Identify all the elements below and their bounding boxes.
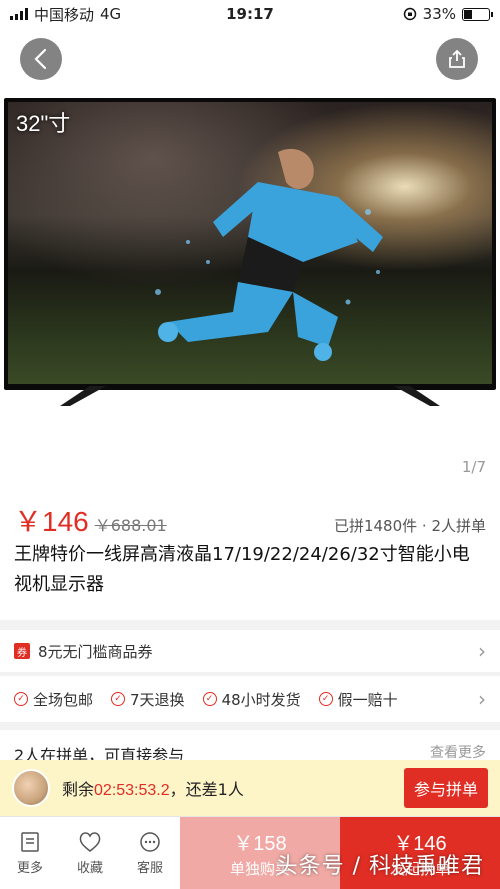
heart-icon — [79, 831, 101, 852]
list-icon — [21, 831, 39, 852]
group-section: 2人在拼单，可直接参与 查看更多 — [0, 730, 500, 760]
more-button[interactable]: 更多 — [0, 817, 60, 889]
service-item: ✓ 48小时发货 — [202, 689, 301, 710]
product-gallery[interactable]: 32"寸 1/7 — [0, 28, 500, 490]
service-label: 假一赔十 — [337, 690, 398, 709]
service-item: ✓ 全场包邮 — [14, 689, 93, 710]
chevron-left-icon — [34, 48, 47, 70]
status-bar: 中国移动 4G 19:17 33% — [0, 0, 500, 28]
product-image: 32"寸 — [4, 98, 496, 390]
favorite-button[interactable]: 收藏 — [60, 817, 120, 889]
countdown-suffix: ，还差1人 — [169, 780, 244, 799]
coupon-row[interactable]: 券 8元无门槛商品券 › — [0, 630, 500, 672]
chevron-right-icon: › — [478, 639, 486, 663]
countdown-text: 剩余02:53:53.2，还差1人 — [62, 776, 244, 800]
watermark: 头条号 / 科技禹唯君 — [275, 854, 484, 879]
battery-percent: 33% — [422, 5, 456, 23]
favorite-label: 收藏 — [76, 860, 103, 876]
customer-service-button[interactable]: 客服 — [120, 817, 180, 889]
status-left: 中国移动 4G — [10, 4, 121, 25]
check-circle-icon: ✓ — [14, 692, 28, 706]
countdown-banner: 剩余02:53:53.2，还差1人 参与拼单 — [0, 760, 500, 816]
service-item: ✓ 7天退换 — [111, 689, 185, 710]
signal-icon — [10, 8, 28, 20]
image-page-indicator: 1/7 — [461, 458, 486, 476]
network-label: 4G — [100, 5, 122, 23]
coupon-icon: 券 — [14, 643, 30, 659]
status-right: 33% — [403, 5, 493, 23]
current-price: ￥146 — [14, 506, 89, 537]
service-label: 7天退换 — [130, 690, 185, 709]
price-row: ￥146 ￥688.01 已拼1480件 · 2人拼单 — [14, 490, 486, 538]
screen-size-label: 32"寸 — [16, 111, 71, 136]
status-time: 19:17 — [226, 5, 274, 23]
soccer-player-graphic — [155, 148, 383, 361]
group-section-header: 2人在拼单，可直接参与 查看更多 — [0, 730, 500, 760]
share-button[interactable] — [436, 38, 478, 80]
group-buy-info: 已拼1480件 · 2人拼单 — [333, 517, 486, 535]
tv-stand-right — [394, 386, 440, 406]
coupon-label: 8元无门槛商品券 — [38, 642, 153, 661]
more-label: 更多 — [16, 860, 43, 876]
check-circle-icon: ✓ — [202, 692, 217, 706]
service-label: 客服 — [136, 860, 163, 876]
carrier-label: 中国移动 — [34, 5, 95, 24]
service-label: 全场包邮 — [33, 690, 94, 709]
product-info: ￥146 ￥688.01 已拼1480件 · 2人拼单 王牌特价一线屏高清液晶1… — [0, 490, 500, 620]
tv-stand-left — [60, 386, 106, 406]
join-group-button[interactable]: 参与拼单 — [403, 768, 488, 808]
chat-icon — [140, 831, 160, 852]
service-item: ✓ 假一赔十 — [318, 689, 398, 710]
service-label: 48小时发货 — [221, 690, 301, 709]
check-circle-icon: ✓ — [318, 692, 333, 706]
battery-icon — [462, 7, 493, 21]
share-icon — [449, 49, 465, 68]
countdown-time: 02:53:53.2 — [94, 782, 170, 799]
view-more-link[interactable]: 查看更多 — [430, 742, 486, 760]
orientation-lock-icon — [403, 7, 416, 21]
product-title: 王牌特价一线屏高清液晶17/19/22/24/26/32寸智能小电视机显示器 — [14, 544, 470, 595]
countdown-prefix: 剩余 — [62, 780, 95, 799]
service-guarantees[interactable]: ✓ 全场包邮 ✓ 7天退换 ✓ 48小时发货 ✓ 假一赔十 › — [0, 676, 500, 722]
back-button[interactable] — [20, 38, 62, 80]
chevron-right-icon: › — [478, 687, 486, 711]
avatar — [12, 769, 50, 807]
tv-screen — [8, 102, 492, 384]
original-price: ￥688.01 — [94, 516, 167, 535]
check-circle-icon: ✓ — [111, 692, 126, 706]
group-section-title: 2人在拼单，可直接参与 — [14, 746, 185, 760]
